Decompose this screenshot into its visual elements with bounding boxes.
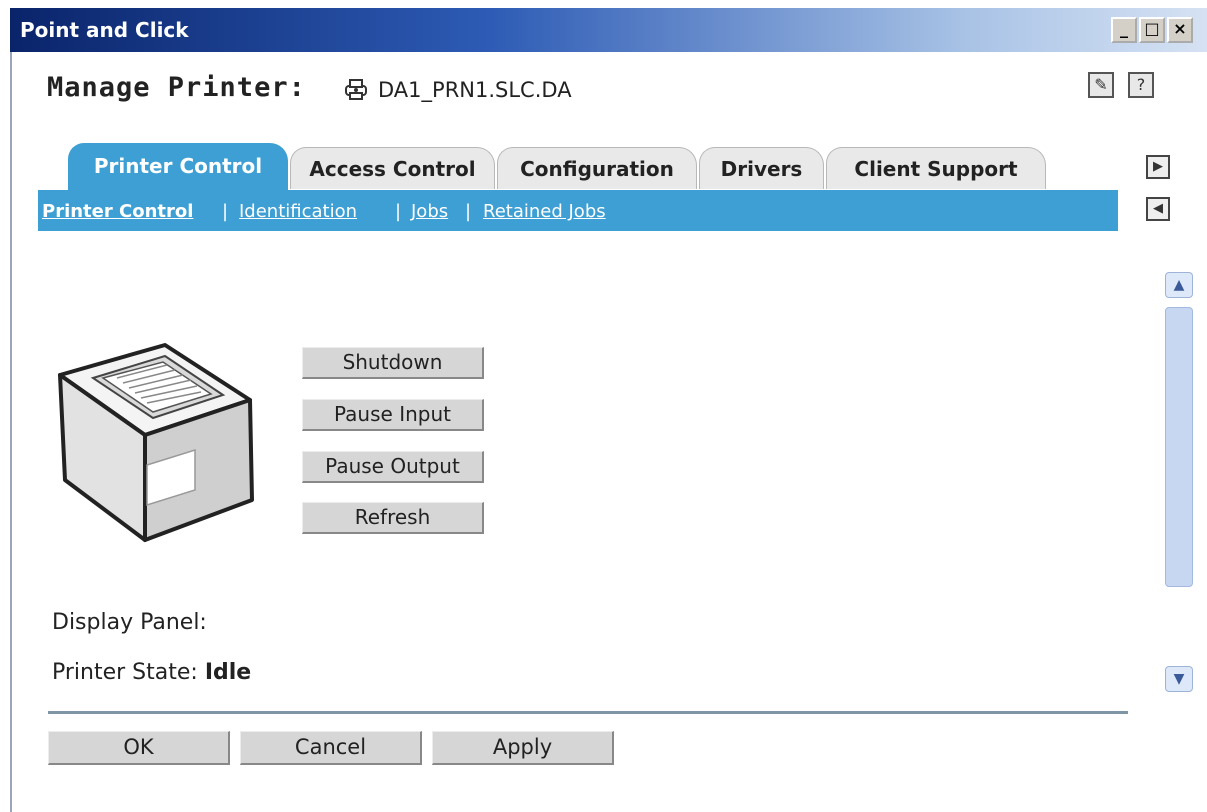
divider [48, 711, 1128, 714]
vertical-scrollbar[interactable]: ▲ ▼ [1165, 272, 1193, 692]
shutdown-button[interactable]: Shutdown [302, 347, 484, 379]
subnav-separator: | [222, 201, 229, 222]
subnav-jobs[interactable]: Jobs [411, 201, 448, 222]
close-icon[interactable]: × [1167, 17, 1193, 43]
printer-name: DA1_PRN1.SLC.DA [378, 78, 572, 102]
refresh-button[interactable]: Refresh [302, 502, 484, 534]
apply-button[interactable]: Apply [432, 731, 614, 765]
page-title: Manage Printer: [47, 72, 306, 103]
scroll-up-icon[interactable]: ▲ [1165, 272, 1193, 298]
scroll-thumb[interactable] [1165, 307, 1193, 587]
printer-state-label: Printer State: [52, 660, 198, 685]
cancel-button[interactable]: Cancel [240, 731, 422, 765]
checklist-icon[interactable]: ✎ [1088, 72, 1114, 98]
maximize-icon[interactable]: □ [1139, 17, 1165, 43]
scroll-down-icon[interactable]: ▼ [1165, 666, 1193, 692]
tab-bar: Printer Control Access Control Configura… [38, 143, 1118, 191]
subnav-separator: | [465, 201, 472, 222]
pause-input-button[interactable]: Pause Input [302, 399, 484, 431]
tab-configuration[interactable]: Configuration [497, 147, 697, 189]
pause-output-button[interactable]: Pause Output [302, 451, 484, 483]
subnav-separator: | [395, 201, 402, 222]
printer-illustration [58, 343, 254, 542]
minimize-icon[interactable]: _ [1111, 17, 1137, 43]
window-border [10, 52, 12, 812]
subnav-identification[interactable]: Identification [239, 201, 357, 222]
help-icon[interactable]: ? [1128, 72, 1154, 98]
tab-scroll-left-icon[interactable]: ◀ [1146, 197, 1170, 221]
printer-state-value: Idle [204, 660, 252, 685]
printer-state-row: Printer State: Idle [52, 660, 251, 685]
subnav-bar: Printer Control | Identification | Jobs … [38, 190, 1118, 231]
tab-scroll-right-icon[interactable]: ▶ [1146, 155, 1170, 179]
tab-drivers[interactable]: Drivers [699, 147, 824, 189]
ok-button[interactable]: OK [48, 731, 230, 765]
subnav-retained-jobs[interactable]: Retained Jobs [483, 201, 606, 222]
window-titlebar: Point and Click _ □ × [10, 8, 1207, 52]
printer-icon [345, 79, 367, 100]
tab-client-support[interactable]: Client Support [826, 147, 1046, 189]
tab-printer-control[interactable]: Printer Control [68, 143, 288, 191]
window-title: Point and Click [20, 18, 189, 42]
display-panel-label: Display Panel: [52, 610, 207, 635]
tab-access-control[interactable]: Access Control [290, 147, 495, 189]
subnav-printer-control[interactable]: Printer Control [42, 201, 193, 222]
